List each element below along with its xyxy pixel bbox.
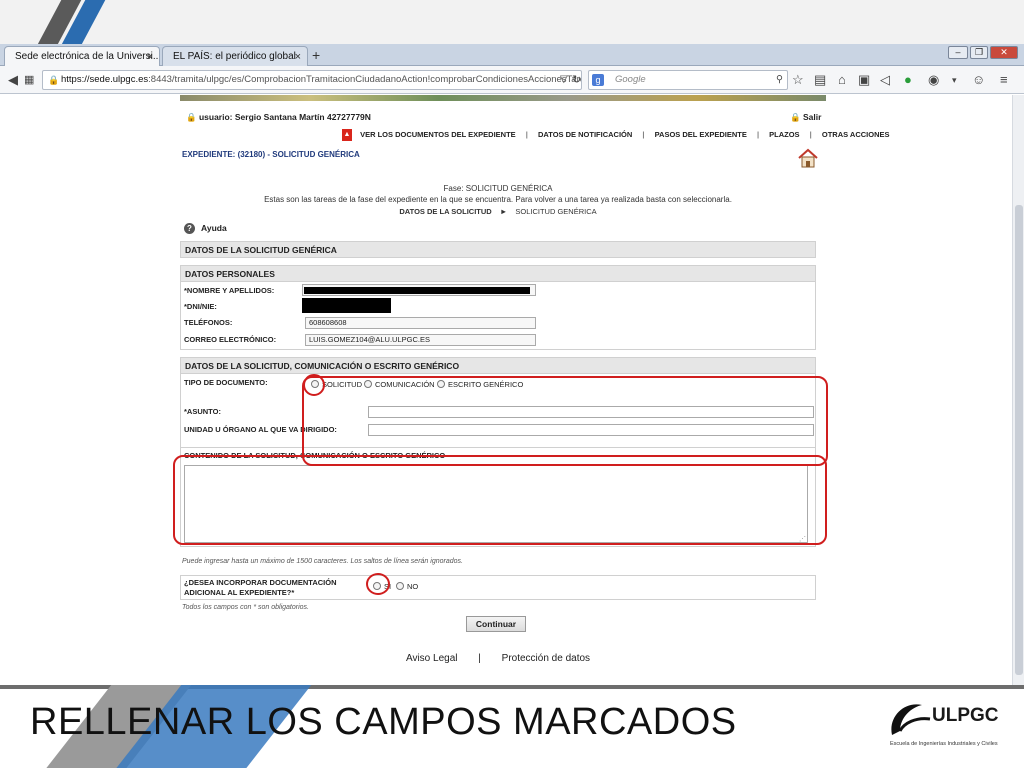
page-icon: ▦: [24, 74, 35, 86]
section-personal-data: DATOS PERSONALES: [180, 265, 816, 282]
user-name: usuario: Sergio Santana Martín 42727779N: [198, 112, 371, 122]
doc-type-label: TIPO DE DOCUMENTO:: [184, 378, 268, 387]
web-page: 🔒 usuario: Sergio Santana Martín 4272777…: [0, 95, 1012, 685]
annotation-box-content: [173, 455, 827, 545]
maximize-icon[interactable]: ❐: [970, 46, 988, 59]
addon-icon[interactable]: ▣: [858, 71, 870, 89]
close-icon[interactable]: ×: [295, 47, 301, 66]
home-icon[interactable]: ⌂: [838, 71, 846, 89]
annotation-circle-solicitud: [303, 374, 325, 396]
continue-button[interactable]: Continuar: [466, 616, 526, 632]
dni-label: *DNI/NIE:: [184, 302, 217, 311]
additional-doc-label-1: ¿DESEA INCORPORAR DOCUMENTACIÓN: [184, 578, 337, 587]
help-link[interactable]: ? Ayuda: [184, 223, 227, 234]
menu-deadlines-link[interactable]: PLAZOS: [769, 130, 799, 139]
hamburger-menu-icon[interactable]: ≡: [1000, 71, 1008, 89]
header-banner-image: [180, 95, 826, 101]
content-note: Puede ingresar hasta un máximo de 1500 c…: [182, 558, 463, 565]
subject-label: *ASUNTO:: [184, 407, 221, 416]
lock-user-icon: 🔒: [186, 112, 197, 122]
email-label: CORREO ELECTRÓNICO:: [184, 335, 277, 344]
menu-notifications-link[interactable]: DATOS DE NOTIFICACIÓN: [538, 130, 632, 139]
search-input[interactable]: g Google ⚲: [588, 70, 788, 90]
close-window-icon[interactable]: ✕: [990, 46, 1018, 59]
phone-field[interactable]: 608608608: [305, 317, 536, 329]
breadcrumb-arrow-icon: ►: [499, 207, 508, 216]
annotation-box-request: [302, 376, 828, 466]
breadcrumb-next[interactable]: SOLICITUD GENÉRICA: [515, 207, 596, 216]
url-host: https://sede.ulpgc.es: [61, 74, 149, 85]
tab-el-pais[interactable]: EL PAÍS: el periódico global ×: [162, 46, 308, 66]
addon-green-icon[interactable]: ●: [904, 71, 912, 89]
menu-other-actions-link[interactable]: OTRAS ACCIONES: [822, 130, 890, 139]
legal-notice-link[interactable]: Aviso Legal: [406, 653, 458, 664]
bookmark-star-icon[interactable]: ☆: [792, 71, 804, 89]
logo-subtitle: Escuela de Ingenierías Industriales y Ci…: [890, 741, 998, 747]
annotation-circle-si: [366, 573, 390, 595]
ulpgc-logo: ULPGC Escuela de Ingenierías Industriale…: [886, 697, 1016, 757]
menu-steps-link[interactable]: PASOS DEL EXPEDIENTE: [655, 130, 747, 139]
logout-link[interactable]: 🔒 Salir: [790, 112, 821, 123]
reload-icon[interactable]: ↻: [572, 71, 581, 89]
dni-redacted-field[interactable]: [302, 298, 391, 313]
phase-info: Fase: SOLICITUD GENÉRICA Estas son las t…: [180, 183, 816, 205]
chat-icon[interactable]: ☺: [972, 71, 985, 89]
menu-dropdown-icon[interactable]: ▾: [952, 71, 957, 89]
home-icon[interactable]: [797, 147, 819, 169]
close-icon[interactable]: ×: [147, 47, 153, 66]
redaction-bar: [304, 287, 530, 294]
slide-caption: RELLENAR LOS CAMPOS MARCADOS: [30, 701, 737, 743]
footer-separator: |: [478, 653, 481, 664]
addon-circle-icon[interactable]: ◉: [928, 71, 939, 89]
phone-label: TELÉFONOS:: [184, 318, 233, 327]
section-solicitud-generica: DATOS DE LA SOLICITUD GENÉRICA: [180, 241, 816, 258]
send-icon[interactable]: ◁: [880, 71, 890, 89]
radio-button[interactable]: [396, 582, 404, 590]
slide-footer: RELLENAR LOS CAMPOS MARCADOS ULPGC Escue…: [0, 685, 1024, 768]
user-info: 🔒 usuario: Sergio Santana Martín 4272777…: [186, 112, 371, 123]
additional-doc-label-2: ADICIONAL AL EXPEDIENTE?*: [184, 588, 295, 597]
expediente-title: EXPEDIENTE: (32180) - SOLICITUD GENÉRICA: [182, 150, 360, 159]
tab-label: EL PAÍS: el periódico global: [173, 51, 296, 62]
url-bar[interactable]: 🔒 https://sede.ulpgc.es:8443/tramita/ulp…: [42, 70, 582, 90]
page-scrollbar[interactable]: [1012, 95, 1024, 685]
help-icon: ?: [184, 223, 195, 234]
required-note: Todos los campos con * son obligatorios.: [182, 604, 309, 611]
slide-top-decoration: [0, 0, 1024, 60]
exit-icon: 🔒: [790, 112, 801, 122]
phase-description: Estas son las tareas de la fase del expe…: [264, 195, 732, 204]
ulpgc-logo-mark: [891, 704, 931, 735]
new-tab-button[interactable]: +: [312, 44, 320, 66]
help-label: Ayuda: [201, 223, 227, 233]
browser-nav-bar: ◀ ▦ 🔒 https://sede.ulpgc.es:8443/tramita…: [0, 66, 1024, 94]
email-field[interactable]: LUIS.GOMEZ104@ALU.ULPGC.ES: [305, 334, 536, 346]
radio-no[interactable]: NO: [396, 582, 418, 591]
name-label: *NOMBRE Y APELLIDOS:: [184, 286, 275, 295]
tab-label: Sede electrónica de la Universi...: [15, 51, 160, 62]
url-path: :8443/tramita/ulpgc/es/ComprobacionTrami…: [148, 74, 582, 85]
section-request-data: DATOS DE LA SOLICITUD, COMUNICACIÓN O ES…: [180, 357, 816, 374]
menu-documents-link[interactable]: VER LOS DOCUMENTOS DEL EXPEDIENTE: [360, 130, 516, 139]
radio-label: NO: [407, 582, 419, 591]
phase-name: Fase: SOLICITUD GENÉRICA: [443, 184, 553, 193]
reading-list-icon[interactable]: ▤: [814, 71, 826, 89]
back-icon[interactable]: ◀: [8, 71, 18, 89]
google-icon: g: [592, 74, 604, 86]
footer-links: Aviso Legal | Protección de datos: [180, 653, 816, 664]
logout-label: Salir: [802, 112, 822, 122]
breadcrumb-current[interactable]: DATOS DE LA SOLICITUD: [399, 207, 491, 216]
dropdown-icon[interactable]: ▽: [560, 71, 568, 89]
privacy-link[interactable]: Protección de datos: [502, 653, 590, 664]
search-placeholder: Google: [615, 74, 646, 85]
tab-sede-electronica[interactable]: Sede electrónica de la Universi... ×: [4, 46, 160, 66]
expediente-menu: ▲ VER LOS DOCUMENTOS DEL EXPEDIENTE | DA…: [342, 129, 890, 141]
search-icon[interactable]: ⚲: [776, 71, 783, 89]
browser-tab-bar: Sede electrónica de la Universi... × EL …: [0, 44, 1024, 66]
pdf-icon: ▲: [342, 129, 352, 141]
scrollbar-thumb[interactable]: [1015, 205, 1023, 675]
logo-name: ULPGC: [932, 705, 999, 726]
breadcrumb: DATOS DE LA SOLICITUD ► SOLICITUD GENÉRI…: [180, 207, 816, 216]
minimize-icon[interactable]: –: [948, 46, 968, 59]
lock-icon: 🔒: [48, 75, 60, 85]
